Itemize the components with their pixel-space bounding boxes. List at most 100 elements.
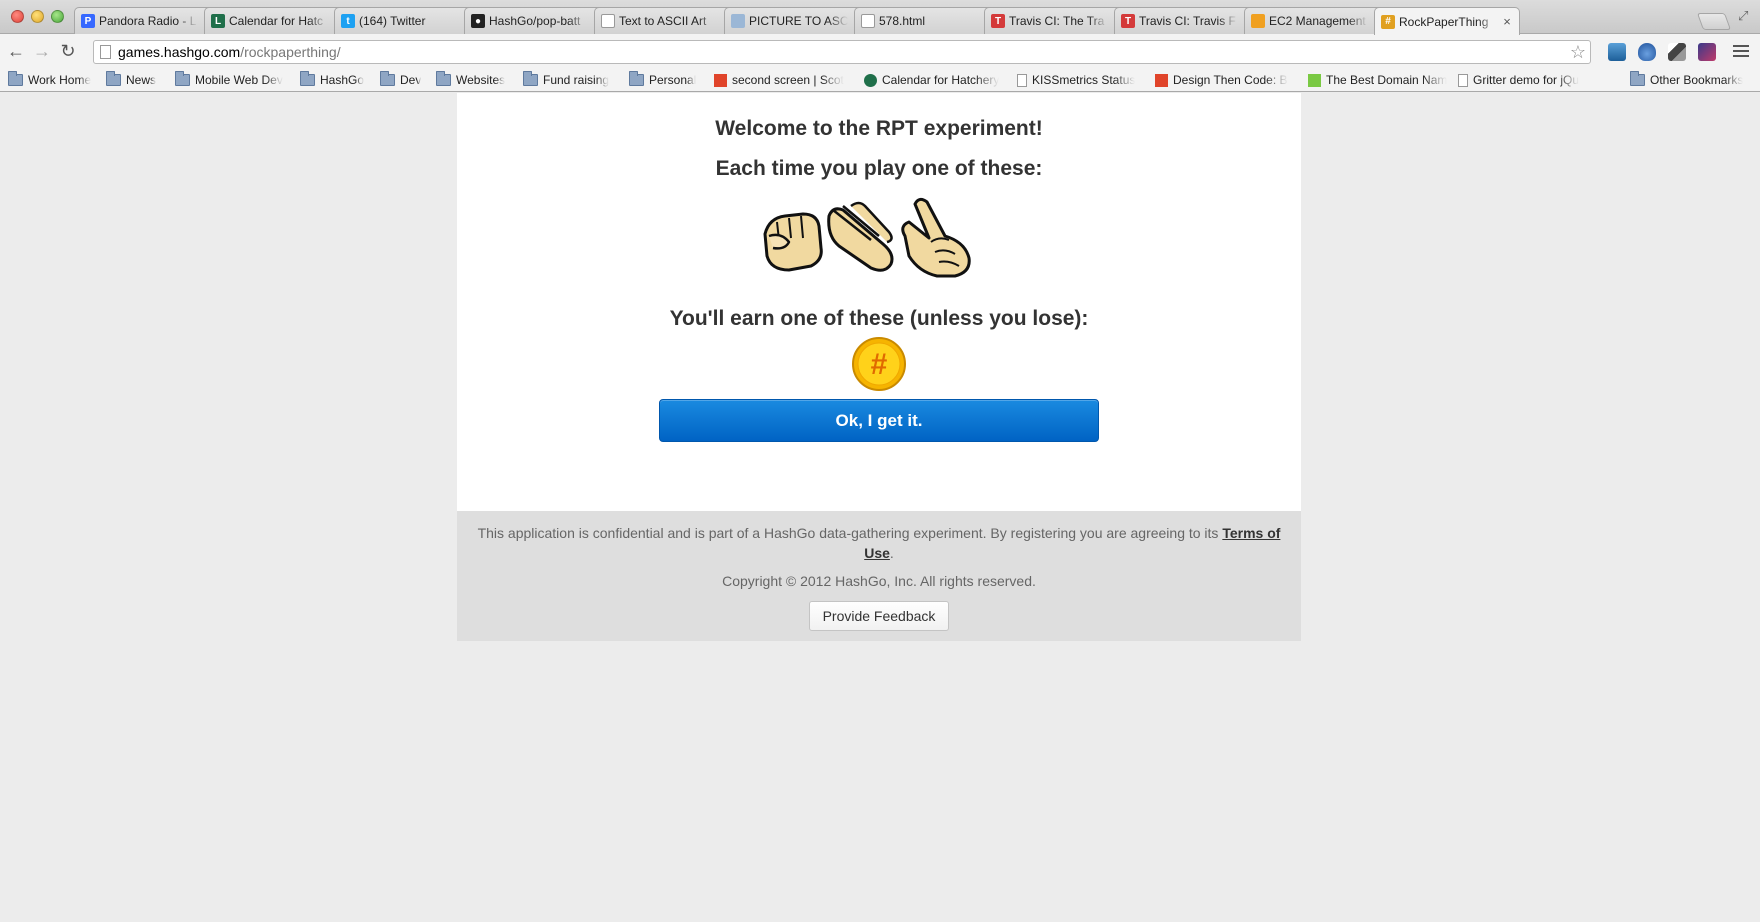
tab-title: PICTURE TO ASCI <box>749 14 848 28</box>
tab-5[interactable]: PICTURE TO ASCI× <box>724 7 870 34</box>
bookmark-label: HashGo <box>320 73 365 87</box>
bookmark-label: Websites <box>456 73 506 87</box>
tab-title: Calendar for Hatc <box>229 14 324 28</box>
tab-title: HashGo/pop-batt <box>489 14 581 28</box>
ok-button[interactable]: Ok, I get it. <box>659 399 1099 442</box>
tab-9[interactable]: EC2 Management× <box>1244 7 1390 34</box>
footer: This application is confidential and is … <box>457 511 1301 641</box>
legal-text: This application is confidential and is … <box>477 525 1223 541</box>
bookmarks-bar: Work Home News Mobile Web Dev HashGo Dev Webs… <box>0 68 1760 92</box>
tab-2[interactable]: t(164) Twitter× <box>334 7 480 34</box>
rock-icon <box>763 212 823 272</box>
bookmark-item[interactable]: Work Home <box>8 71 92 88</box>
bookmark-label: Gritter demo for jQu <box>1473 73 1580 87</box>
tab-7[interactable]: TTravis CI: The Tra× <box>984 7 1130 34</box>
bookmark-label: Calendar for Hatchery <box>882 73 1000 87</box>
bookmark-item[interactable]: second screen | Scot <box>714 72 844 88</box>
folder-icon <box>300 71 315 86</box>
bookmark-label: Work Home <box>28 73 92 87</box>
bookmark-item[interactable]: Design Then Code: B <box>1155 72 1288 88</box>
calendar-icon <box>864 73 877 87</box>
bookmark-item[interactable]: HashGo <box>300 71 365 88</box>
tab-3[interactable]: ●HashGo/pop-batt× <box>464 7 610 34</box>
bookmark-label: News <box>126 73 157 87</box>
tab-4[interactable]: Text to ASCII Art× <box>594 7 740 34</box>
new-tab-button[interactable] <box>1696 13 1732 30</box>
hashgo-icon: # <box>1381 14 1395 29</box>
bookmark-star-icon[interactable]: ☆ <box>1570 41 1586 63</box>
tab-8[interactable]: TTravis CI: Travis F× <box>1114 7 1260 34</box>
folder-icon <box>523 71 538 86</box>
bookmark-item[interactable]: The Best Domain Nam <box>1308 72 1447 88</box>
menu-icon[interactable] <box>1733 45 1749 60</box>
page-icon <box>601 14 615 28</box>
url-path: /rockpaperthing/ <box>240 44 341 60</box>
close-tab-icon[interactable]: × <box>1501 15 1513 28</box>
bookmark-item[interactable]: Personal <box>629 71 697 88</box>
bookmark-item[interactable]: Calendar for Hatchery <box>864 72 999 88</box>
tab-title: RockPaperThing <box>1399 14 1489 29</box>
provide-feedback-button[interactable]: Provide Feedback <box>809 601 949 631</box>
page-icon <box>861 14 875 28</box>
tab-strip: PPandora Radio - L×LCalendar for Hatc×t(… <box>0 0 1760 35</box>
tab-10[interactable]: # RockPaperThing × <box>1374 7 1520 35</box>
bookmark-label: Personal <box>649 73 697 87</box>
bookmark-item[interactable]: Mobile Web Dev <box>175 71 283 88</box>
main-panel: Welcome to the RPT experiment! Each time… <box>457 93 1301 511</box>
bookmark-item[interactable]: News <box>106 71 157 88</box>
bookmark-label: Fund raising <box>543 73 610 87</box>
tab-title: Text to ASCII Art <box>619 14 707 28</box>
tab-title: Pandora Radio - L <box>99 14 197 28</box>
picture-icon <box>731 14 745 28</box>
travis-icon: T <box>991 14 1005 28</box>
bookmark-label: Other Bookmarks <box>1650 73 1744 87</box>
extension-flame-icon[interactable] <box>1638 43 1656 61</box>
address-bar[interactable]: games.hashgo.com/rockpaperthing/ ☆ <box>93 40 1591 64</box>
tab-0[interactable]: PPandora Radio - L× <box>74 7 220 34</box>
page-icon <box>1458 73 1468 87</box>
scissors-icon <box>901 197 971 278</box>
bookmark-item[interactable]: Fund raising <box>523 71 610 88</box>
hashtag-coin-icon: # <box>852 337 906 391</box>
folder-icon <box>8 71 23 86</box>
tab-title: EC2 Management <box>1269 14 1366 28</box>
folder-icon <box>380 71 395 86</box>
welcome-heading: Welcome to the RPT experiment! <box>715 117 1043 140</box>
bookmark-item[interactable]: Gritter demo for jQu <box>1458 72 1579 88</box>
extension-delicious-icon[interactable] <box>1668 43 1686 61</box>
play-heading: Each time you play one of these: <box>715 157 1043 180</box>
bookmark-item[interactable]: KISSmetrics Status <box>1017 72 1135 88</box>
bookmark-item[interactable]: Other Bookmarks <box>1630 71 1744 88</box>
zoom-window-button[interactable] <box>51 10 64 23</box>
url-host: games.hashgo.com <box>118 44 241 60</box>
reload-button[interactable]: ↻ <box>58 42 78 62</box>
folder-icon <box>629 71 644 86</box>
folder-icon <box>106 71 121 86</box>
fullscreen-icon[interactable]: ⤢ <box>1738 8 1752 23</box>
back-button[interactable]: ← <box>6 42 26 62</box>
bookmark-label: second screen | Scot <box>732 73 844 87</box>
page-icon <box>1017 73 1027 87</box>
bookmark-label: The Best Domain Nam <box>1326 73 1448 87</box>
tab-1[interactable]: LCalendar for Hatc× <box>204 7 350 34</box>
folder-icon <box>175 71 190 86</box>
bookmark-item[interactable]: Websites <box>436 71 506 88</box>
page-icon <box>100 45 111 59</box>
bookmark-label: Mobile Web Dev <box>195 73 283 87</box>
copyright-text: Copyright © 2012 HashGo, Inc. All rights… <box>722 573 1036 589</box>
close-window-button[interactable] <box>11 10 24 23</box>
aws-icon <box>1251 14 1265 28</box>
extension-screen-icon[interactable] <box>1698 43 1716 61</box>
pandora-icon: P <box>81 14 95 28</box>
extension-book-icon[interactable] <box>1608 43 1626 61</box>
minimize-window-button[interactable] <box>31 10 44 23</box>
forward-button[interactable]: → <box>32 42 52 62</box>
tab-title: (164) Twitter <box>359 14 426 28</box>
github-icon: ● <box>471 14 485 28</box>
tab-6[interactable]: 578.html× <box>854 7 1000 34</box>
twitter-icon: t <box>341 14 355 28</box>
legal-end: . <box>889 545 894 561</box>
folder-icon <box>436 71 451 86</box>
calendar-icon: L <box>211 14 225 28</box>
bookmark-item[interactable]: Dev <box>380 71 421 88</box>
